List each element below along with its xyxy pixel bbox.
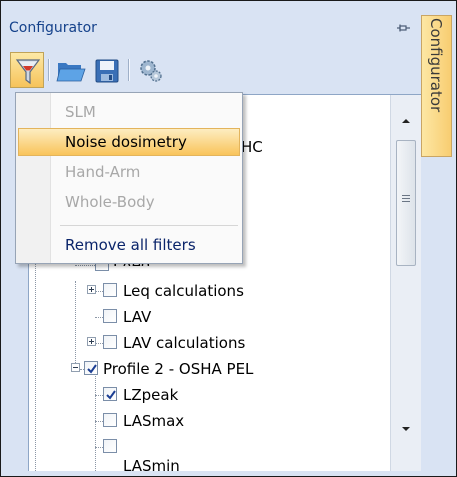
tree-node-label: LAV calculations [123,334,246,352]
menu-item-noise-dosimetry[interactable]: Noise dosimetry [18,128,240,156]
menu-item-hand-arm[interactable]: Hand-Arm [18,158,240,186]
tree-checkbox-checked[interactable] [84,361,98,375]
scroll-down-icon[interactable] [395,421,417,437]
menu-item-label: Noise dosimetry [65,133,187,151]
open-button[interactable] [54,52,88,88]
filter-menu: SLM Noise dosimetry Hand-Arm Whole-Body … [15,92,243,264]
scroll-thumb[interactable] [396,140,416,266]
save-button[interactable] [90,52,124,88]
scroll-up-icon[interactable] [395,113,417,129]
expand-toggle[interactable] [87,285,96,294]
vertical-scrollbar[interactable] [390,95,421,471]
tree-node-label: LZpeak [123,386,179,404]
tree-node-label: LASmax [123,412,185,430]
tree-checkbox[interactable] [103,283,117,297]
tree-row: LAV [29,307,369,329]
tree-checkbox[interactable] [103,335,117,349]
menu-item-label: Whole-Body [65,193,155,211]
partial-node-label: HC [241,138,263,156]
gears-icon [140,60,162,82]
tree-row: LZpeak [29,385,369,407]
tree-row: LASmin [29,437,369,471]
tree-checkbox-checked[interactable] [103,387,117,401]
menu-item-label: SLM [65,103,96,121]
toolbar [10,52,230,88]
menu-item-slm[interactable]: SLM [18,98,240,126]
tree-row: Profile 2 - OSHA PEL [29,359,369,381]
pin-icon[interactable] [397,22,411,36]
tree-row: LAV calculations [29,333,369,355]
configurator-side-tab[interactable]: Configurator [421,15,452,157]
checkmark-icon [87,364,97,374]
checkmark-icon [106,390,116,400]
tree-node-label: LASmin [123,457,180,471]
menu-item-label: Remove all filters [65,236,196,254]
menu-item-label: Hand-Arm [65,163,141,181]
collapse-toggle[interactable] [71,363,80,372]
tree-checkbox[interactable] [103,413,117,427]
save-icon [95,59,119,83]
panel-title: Configurator [9,20,97,36]
grip-icon [402,195,410,203]
tree-node-label: LAV [123,308,152,326]
tree-node-label: Leq calculations [123,282,244,300]
tree-checkbox[interactable] [103,309,117,323]
filter-icon [15,59,41,85]
tree-checkbox[interactable] [103,439,117,453]
tree-node-label: Profile 2 - OSHA PEL [103,360,254,378]
tree-row: Leq calculations [29,281,369,303]
settings-button[interactable] [134,52,168,88]
menu-separator [60,225,238,226]
window-frame: Configurator HC LAeq Leq calculations LA… [0,0,457,477]
open-folder-icon [56,63,86,82]
menu-item-whole-body[interactable]: Whole-Body [18,188,240,216]
filter-button[interactable] [10,52,44,88]
menu-item-remove-all-filters[interactable]: Remove all filters [18,231,240,259]
tree-row: LASmax [29,411,369,433]
expand-toggle[interactable] [87,337,96,346]
side-tab-label: Configurator [427,18,445,113]
